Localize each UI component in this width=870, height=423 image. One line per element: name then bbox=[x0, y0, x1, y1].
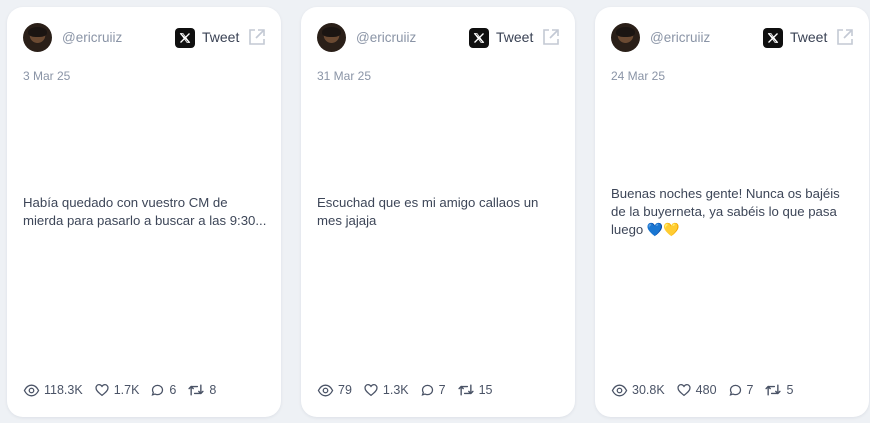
heart-icon bbox=[95, 384, 109, 397]
engagement-stats: 79 1.3K 7 15 bbox=[317, 381, 503, 399]
retweet-icon bbox=[457, 384, 474, 396]
external-link-icon[interactable] bbox=[247, 27, 267, 47]
retweets-count: 5 bbox=[786, 383, 794, 397]
external-link-icon[interactable] bbox=[835, 27, 855, 47]
avatar[interactable] bbox=[23, 23, 52, 52]
post-date: 3 Mar 25 bbox=[23, 69, 71, 83]
comment-icon bbox=[729, 384, 741, 396]
post-text: Había quedado con vuestro CM de mierda p… bbox=[23, 195, 267, 228]
replies-count: 7 bbox=[746, 383, 754, 397]
likes-stat: 1.7K bbox=[94, 382, 140, 398]
tweet-card[interactable]: @ericruiiz Tweet 3 Mar 25 Había quedado … bbox=[7, 7, 281, 417]
post-date: 24 Mar 25 bbox=[611, 69, 666, 83]
likes-count: 480 bbox=[695, 383, 717, 397]
retweet-icon bbox=[765, 384, 782, 396]
replies-stat: 7 bbox=[728, 383, 754, 398]
source-label[interactable]: Tweet bbox=[496, 29, 533, 45]
likes-count: 1.7K bbox=[113, 383, 140, 397]
external-link-icon[interactable] bbox=[541, 27, 561, 47]
views-stat: 30.8K bbox=[611, 382, 665, 399]
heart-icon bbox=[364, 384, 378, 397]
user-handle[interactable]: @ericruiiz bbox=[356, 30, 416, 45]
x-logo-icon bbox=[175, 28, 195, 48]
eye-icon bbox=[317, 384, 334, 396]
comment-icon bbox=[421, 384, 433, 396]
tweet-card[interactable]: @ericruiiz Tweet 24 Mar 25 Buenas noches… bbox=[595, 7, 869, 417]
retweets-stat: 5 bbox=[764, 382, 793, 398]
engagement-stats: 30.8K 480 7 5 bbox=[611, 381, 804, 399]
source-label[interactable]: Tweet bbox=[202, 29, 239, 45]
post-text: Buenas noches gente! Nunca os bajéis de … bbox=[611, 186, 840, 237]
post-text: Escuchad que es mi amigo callaos un mes … bbox=[317, 195, 539, 228]
likes-stat: 1.3K bbox=[363, 382, 409, 398]
user-handle[interactable]: @ericruiiz bbox=[650, 30, 710, 45]
retweets-stat: 15 bbox=[457, 382, 493, 398]
views-count: 79 bbox=[338, 383, 352, 397]
replies-stat: 6 bbox=[150, 383, 176, 398]
views-stat: 118.3K bbox=[23, 382, 83, 399]
views-stat: 79 bbox=[317, 382, 352, 399]
avatar[interactable] bbox=[317, 23, 346, 52]
user-handle[interactable]: @ericruiiz bbox=[62, 30, 122, 45]
eye-icon bbox=[23, 384, 40, 396]
replies-count: 6 bbox=[169, 383, 177, 397]
replies-stat: 7 bbox=[420, 383, 446, 398]
tweet-card[interactable]: @ericruiiz Tweet 31 Mar 25 Escuchad que … bbox=[301, 7, 575, 417]
views-count: 30.8K bbox=[632, 383, 665, 397]
eye-icon bbox=[611, 384, 628, 396]
comment-icon bbox=[151, 384, 164, 396]
views-count: 118.3K bbox=[44, 383, 83, 397]
avatar[interactable] bbox=[611, 23, 640, 52]
x-logo-icon bbox=[469, 28, 489, 48]
retweets-count: 8 bbox=[209, 383, 217, 397]
retweets-count: 15 bbox=[478, 383, 493, 397]
x-logo-icon bbox=[763, 28, 783, 48]
card-header: @ericruiiz Tweet bbox=[611, 23, 855, 53]
engagement-stats: 118.3K 1.7K 6 8 bbox=[23, 381, 227, 399]
likes-stat: 480 bbox=[676, 382, 717, 398]
card-header: @ericruiiz Tweet bbox=[317, 23, 561, 53]
retweet-icon bbox=[188, 384, 204, 396]
post-date: 31 Mar 25 bbox=[317, 69, 372, 83]
heart-icon bbox=[677, 384, 691, 397]
source-label[interactable]: Tweet bbox=[790, 29, 827, 45]
likes-count: 1.3K bbox=[382, 383, 409, 397]
retweets-stat: 8 bbox=[187, 382, 216, 398]
card-header: @ericruiiz Tweet bbox=[23, 23, 267, 53]
replies-count: 7 bbox=[438, 383, 446, 397]
